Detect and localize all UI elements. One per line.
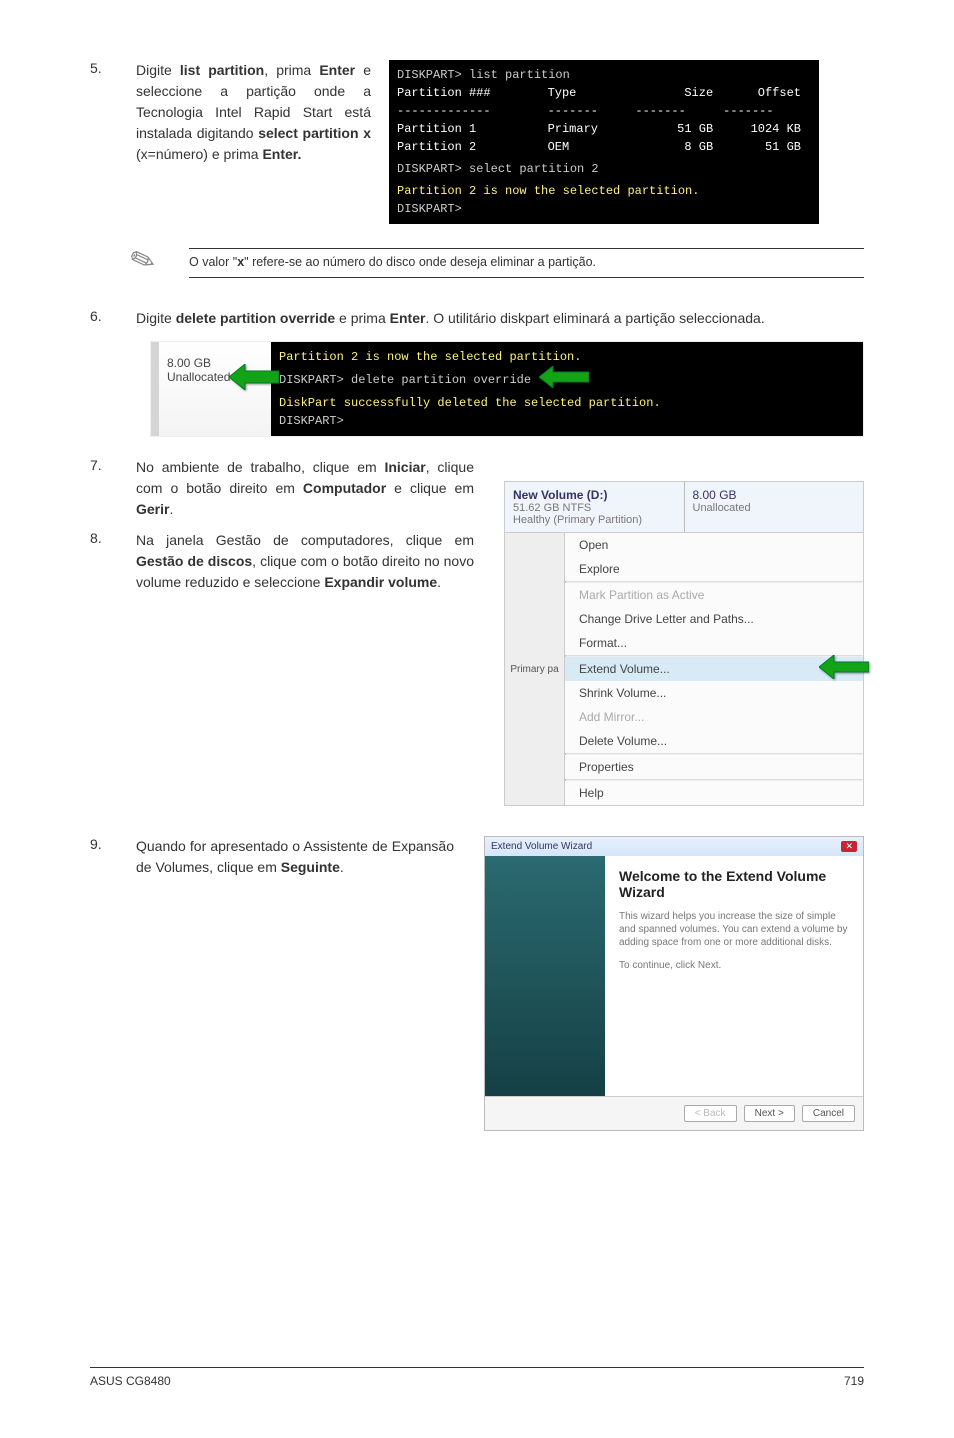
pen-icon: ✎ [125, 237, 169, 281]
diskpart-terminal-1: DISKPART> list partition Partition ### T… [389, 60, 819, 224]
primary-partition-label: Primary pa [505, 533, 565, 805]
wizard-heading: Welcome to the Extend Volume Wizard [619, 868, 849, 900]
back-button: < Back [684, 1105, 737, 1122]
context-menu: Open Explore Mark Partition as Active Ch… [565, 533, 863, 805]
volume-header[interactable]: New Volume (D:) 51.62 GB NTFS Healthy (P… [505, 482, 685, 532]
footer-page: 719 [844, 1374, 864, 1388]
unallocated-header[interactable]: 8.00 GB Unallocated [685, 482, 864, 532]
green-arrow-icon [229, 364, 279, 393]
wizard-continue: To continue, click Next. [619, 959, 849, 972]
step9-text: Quando for apresentado o Assistente de E… [136, 836, 454, 878]
menu-explore[interactable]: Explore [565, 557, 863, 581]
menu-extend-volume[interactable]: Extend Volume... [565, 657, 863, 681]
note-block: ✎ O valor "x" refere-se ao número do dis… [90, 242, 864, 278]
green-arrow-icon [539, 366, 589, 394]
step7-num: 7. [90, 457, 118, 520]
diskpart-terminal-2: Partition 2 is now the selected partitio… [271, 342, 863, 436]
note-text: O valor "x" refere-se ao número do disco… [189, 255, 864, 269]
menu-add-mirror: Add Mirror... [565, 705, 863, 729]
cancel-button[interactable]: Cancel [802, 1105, 855, 1122]
footer-left: ASUS CG8480 [90, 1374, 171, 1388]
step5-text: Digite list partition, prima Enter e sel… [136, 60, 371, 224]
next-button[interactable]: Next > [744, 1105, 795, 1122]
unallocated-box: 8.00 GB Unallocated [151, 342, 271, 436]
menu-open[interactable]: Open [565, 533, 863, 557]
menu-mark-active: Mark Partition as Active [565, 583, 863, 607]
menu-change-drive[interactable]: Change Drive Letter and Paths... [565, 607, 863, 631]
step6-num: 6. [90, 308, 118, 329]
step5-num: 5. [90, 60, 118, 224]
step7-text: No ambiente de trabalho, clique em Inici… [136, 457, 474, 520]
menu-help[interactable]: Help [565, 781, 863, 805]
step8-num: 8. [90, 530, 118, 593]
step6-text: Digite delete partition override e prima… [136, 308, 864, 329]
disk-management-panel: New Volume (D:) 51.62 GB NTFS Healthy (P… [504, 481, 864, 806]
step8-text: Na janela Gestão de computadores, clique… [136, 530, 474, 593]
extend-volume-wizard: Extend Volume Wizard ✕ Welcome to the Ex… [484, 836, 864, 1131]
wizard-desc: This wizard helps you increase the size … [619, 910, 849, 949]
menu-properties[interactable]: Properties [565, 755, 863, 779]
wizard-title: Extend Volume Wizard [491, 841, 592, 852]
close-icon[interactable]: ✕ [841, 841, 857, 852]
menu-delete-volume[interactable]: Delete Volume... [565, 729, 863, 753]
green-arrow-icon [819, 655, 869, 682]
menu-shrink-volume[interactable]: Shrink Volume... [565, 681, 863, 705]
wizard-side-graphic [485, 856, 605, 1096]
menu-format[interactable]: Format... [565, 631, 863, 655]
step9-num: 9. [90, 836, 118, 878]
